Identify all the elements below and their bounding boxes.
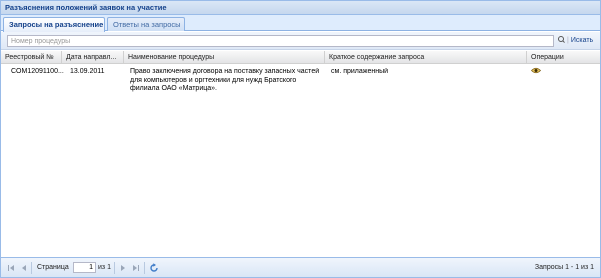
search-button-label: Искать [570, 37, 594, 44]
column-summary[interactable]: Краткое содержание запроса [325, 51, 527, 64]
separator: | [567, 37, 569, 44]
cell-date: 13.09.2011 [70, 68, 105, 75]
first-page-icon[interactable] [7, 264, 15, 272]
search-button[interactable]: | Искать [558, 35, 593, 47]
pager-separator [114, 262, 115, 274]
column-operations[interactable]: Операции [527, 51, 600, 64]
pager-separator [31, 262, 32, 274]
pager-separator [144, 262, 145, 274]
paging-toolbar: Страница из 1 Запросы 1 - 1 из 1 [1, 257, 600, 277]
panel-title: Разъяснения положений заявок на участие [1, 1, 600, 15]
search-toolbar: |Искать [1, 32, 600, 50]
paging-status: Запросы 1 - 1 из 1 [534, 264, 594, 271]
magnifier-icon [558, 36, 565, 43]
refresh-icon[interactable] [149, 263, 159, 273]
requests-panel: Разъяснения положений заявок на участие … [0, 0, 601, 278]
cell-registry-no: COM12091100... [11, 68, 64, 75]
requests-grid: Реестровый № Дата направл... Наименовани… [1, 51, 600, 256]
tab-strip: Запросы на разъяснение Ответы на запросы [1, 15, 600, 32]
column-procedure-name[interactable]: Наименование процедуры [124, 51, 325, 64]
tab-requests[interactable]: Запросы на разъяснение [3, 17, 105, 32]
last-page-icon[interactable] [132, 264, 140, 272]
cell-procedure-name: Право заключения договора на поставку за… [130, 68, 320, 92]
page-number-input[interactable] [73, 262, 96, 273]
cell-summary: см. прилаженный [331, 68, 389, 75]
eye-icon[interactable] [531, 67, 541, 74]
prev-page-icon[interactable] [20, 264, 28, 272]
grid-header: Реестровый № Дата направл... Наименовани… [1, 51, 600, 64]
column-registry-no[interactable]: Реестровый № [1, 51, 62, 64]
table-row[interactable]: COM12091100... 13.09.2011 Право заключен… [1, 64, 600, 96]
column-date[interactable]: Дата направл... [62, 51, 124, 64]
page-count-label: из 1 [98, 264, 111, 271]
next-page-icon[interactable] [119, 264, 127, 272]
tab-answers[interactable]: Ответы на запросы [107, 17, 185, 31]
search-input[interactable] [7, 35, 554, 47]
page-label: Страница [37, 264, 69, 271]
